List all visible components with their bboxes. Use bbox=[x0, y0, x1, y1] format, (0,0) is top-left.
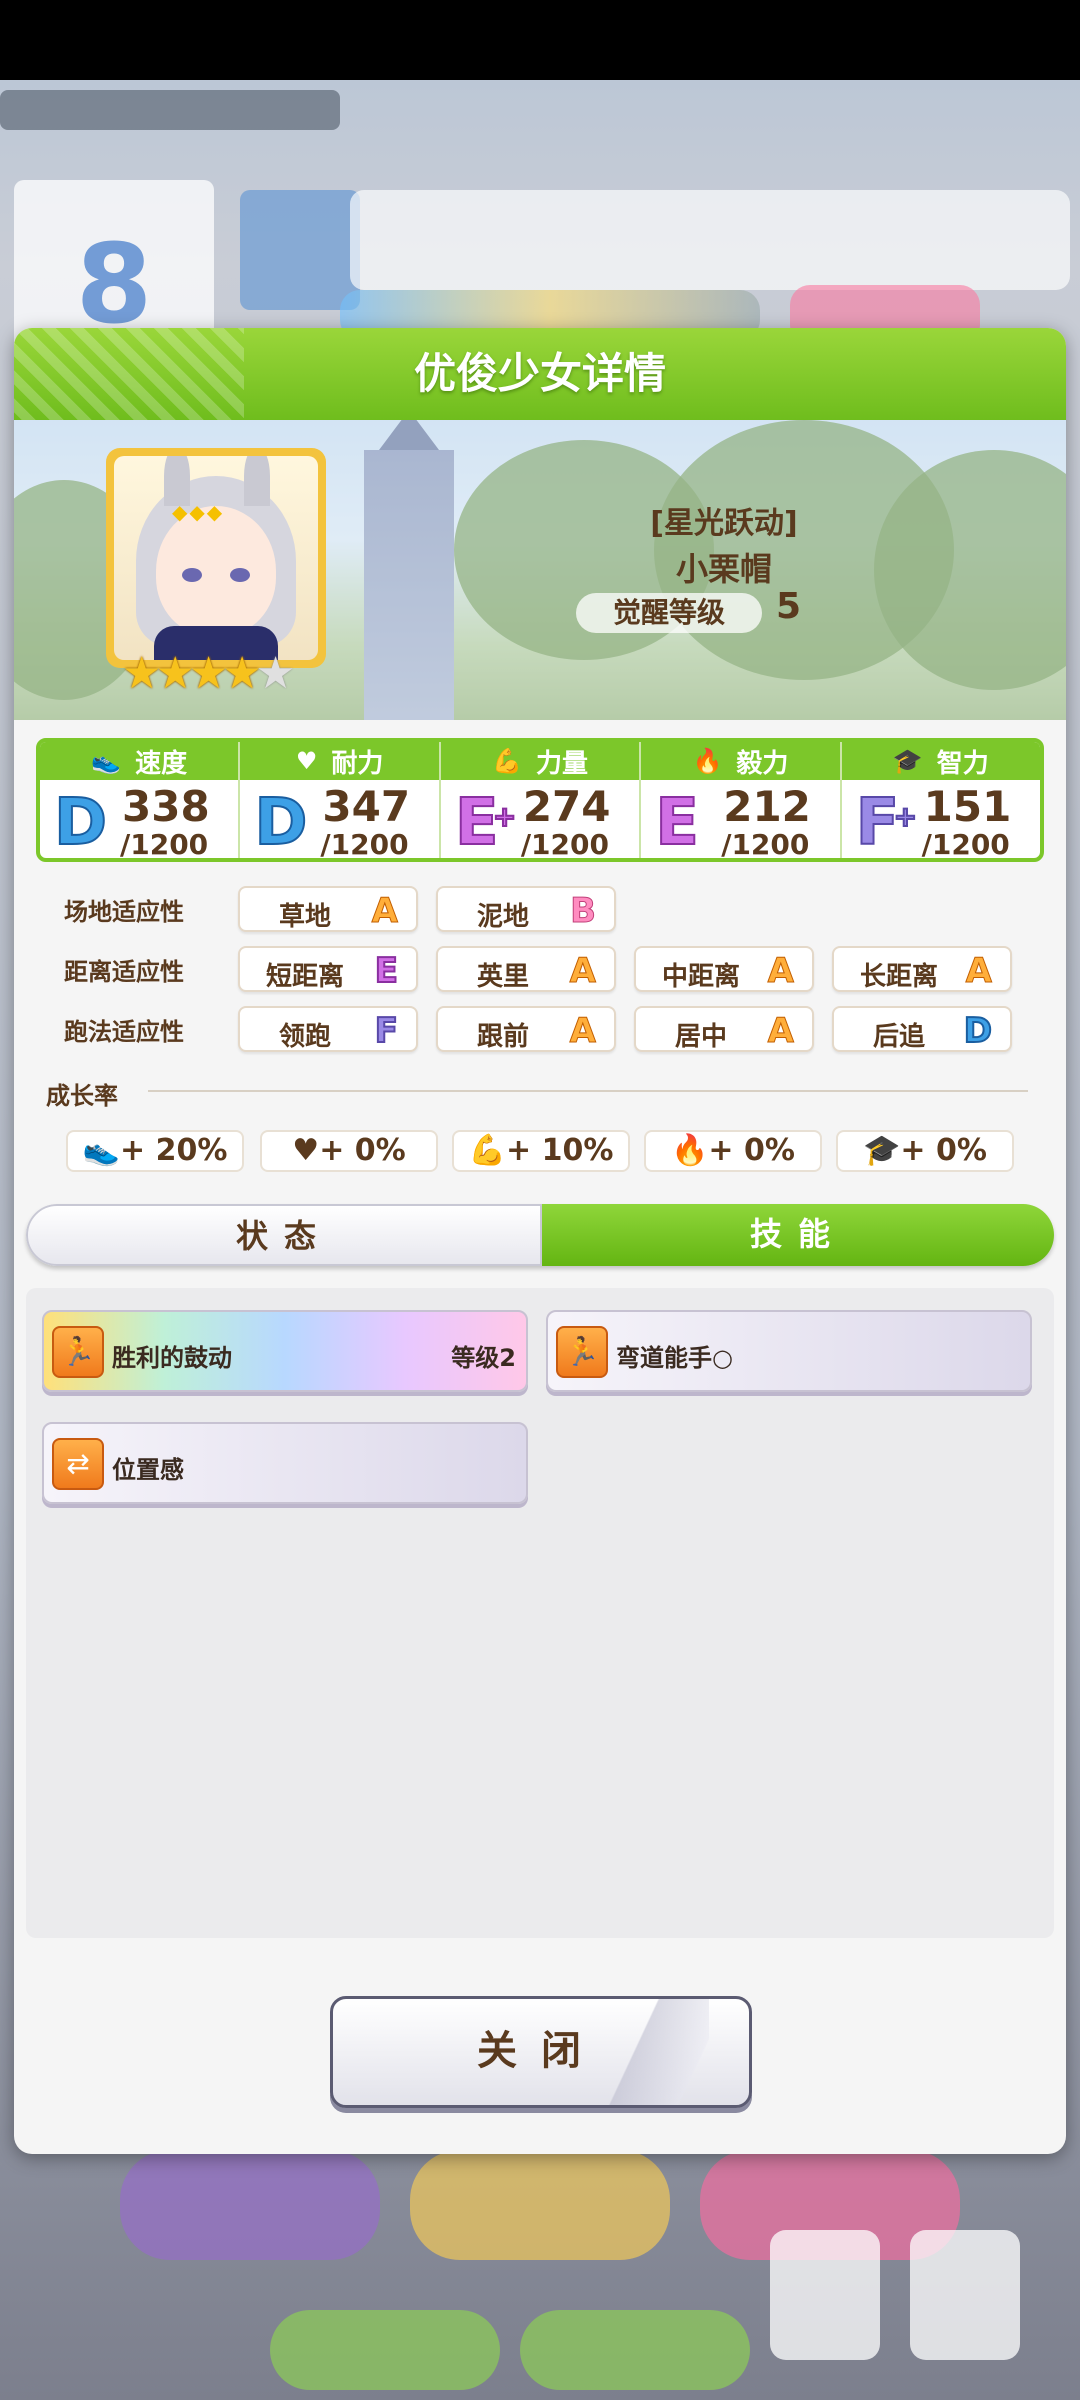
stat-value: 347 bbox=[322, 782, 411, 831]
stat-speed: 👟 速度 D 338 /1200 bbox=[40, 742, 241, 861]
stat-max: /1200 bbox=[721, 828, 810, 861]
character-banner: ◆◆◆ ★ ★ ★ ★ ★ [星光跃动] 小栗帽 觉醒等级 5 bbox=[14, 420, 1066, 720]
aptitude-chip: 短距离 E bbox=[238, 946, 418, 992]
graduation-cap-icon: 🎓 bbox=[892, 747, 923, 775]
skill-name: 弯道能手○ bbox=[616, 1344, 733, 1372]
dialog-title: 优俊少女详情 bbox=[413, 349, 666, 398]
aptitude-chip: 中距离 A bbox=[634, 946, 814, 992]
stat-max: /1200 bbox=[520, 828, 609, 861]
stat-grade: F + bbox=[855, 786, 918, 860]
stat-max: /1200 bbox=[320, 828, 409, 861]
awaken-level-value: 5 bbox=[776, 586, 802, 627]
aptitude-label: 场地适应性 bbox=[64, 898, 184, 926]
aptitude-distance-row: 距离适应性 短距离 E 英里 A 中距离 A 长距离 A bbox=[14, 946, 1014, 992]
heart-icon: ♥ bbox=[295, 747, 318, 775]
rarity-stars: ★ ★ ★ ★ ★ bbox=[122, 652, 295, 696]
stat-label: 耐力 bbox=[331, 748, 384, 779]
character-name: 小栗帽 bbox=[675, 550, 772, 588]
close-button-label: 关闭 bbox=[477, 2028, 605, 2074]
character-portrait[interactable]: ◆◆◆ bbox=[106, 448, 326, 668]
stat-label: 智力 bbox=[936, 748, 989, 779]
aptitude-label: 距离适应性 bbox=[64, 958, 184, 986]
growth-speed: 👟+ 20% bbox=[66, 1130, 244, 1172]
skill-level: 等级2 bbox=[451, 1344, 516, 1372]
stat-grade: D bbox=[53, 786, 108, 860]
tiara-icon: ◆◆◆ bbox=[172, 500, 225, 524]
aptitude-track-row: 场地适应性 草地 A 泥地 B bbox=[14, 886, 1014, 932]
stats-panel: 👟 速度 D 338 /1200 ♥ 耐力 D 347 /1200 💪 力量 E + 2… bbox=[36, 738, 1044, 862]
running-figure-icon: 🏃 bbox=[556, 1326, 608, 1378]
aptitude-chip: 泥地 B bbox=[436, 886, 616, 932]
shoe-icon: 👟 bbox=[82, 1133, 120, 1168]
aptitude-style-row: 跑法适应性 领跑 F 跟前 A 居中 A 后追 D bbox=[14, 1006, 1014, 1052]
status-bar bbox=[0, 0, 1080, 80]
aptitude-chip: 后追 D bbox=[832, 1006, 1012, 1052]
flame-icon: 🔥 bbox=[671, 1133, 709, 1168]
stat-value: 338 bbox=[122, 782, 210, 831]
character-title: [星光跃动] bbox=[650, 506, 798, 541]
stat-label: 速度 bbox=[135, 748, 188, 779]
aptitude-chip: 跟前 A bbox=[436, 1006, 616, 1052]
star-empty-icon: ★ bbox=[255, 648, 296, 699]
tab-skills[interactable]: 技能 bbox=[542, 1204, 1054, 1266]
growth-guts: 🔥+ 0% bbox=[644, 1130, 822, 1172]
stat-max: /1200 bbox=[921, 828, 1010, 861]
stat-power: 💪 力量 E + 274 /1200 bbox=[440, 742, 642, 861]
muscle-icon: 💪 bbox=[468, 1133, 506, 1168]
stat-value: 151 bbox=[923, 782, 1012, 831]
tab-status[interactable]: 状态 bbox=[26, 1204, 542, 1266]
aptitude-label: 跑法适应性 bbox=[64, 1018, 184, 1046]
divider bbox=[148, 1090, 1028, 1092]
position-arrows-icon: ⇄ bbox=[52, 1438, 104, 1490]
awaken-level-label: 觉醒等级 bbox=[576, 593, 762, 633]
stat-grade: E bbox=[654, 786, 700, 860]
growth-stamina: ♥+ 0% bbox=[260, 1130, 438, 1172]
character-detail-dialog: 优俊少女详情 ◆◆◆ ★ ★ ★ ★ ★ [星光跃动] 小栗帽 觉醒等级 5 👟… bbox=[14, 328, 1066, 2154]
dialog-header: 优俊少女详情 bbox=[14, 328, 1066, 420]
stat-grade: D bbox=[253, 786, 308, 860]
graduation-cap-icon: 🎓 bbox=[863, 1133, 901, 1168]
growth-wisdom: 🎓+ 0% bbox=[836, 1130, 1014, 1172]
skill-item[interactable]: 🏃 胜利的鼓动 等级2 bbox=[42, 1310, 528, 1392]
flame-icon: 🔥 bbox=[692, 747, 723, 775]
growth-rate-label: 成长率 bbox=[46, 1082, 118, 1110]
skill-item[interactable]: ⇄ 位置感 bbox=[42, 1422, 528, 1504]
muscle-icon: 💪 bbox=[492, 747, 522, 775]
stat-grade: E + bbox=[454, 786, 517, 860]
stat-guts: 🔥 毅力 E 212 /1200 bbox=[641, 742, 842, 861]
aptitude-chip: 英里 A bbox=[436, 946, 616, 992]
heart-icon: ♥ bbox=[292, 1133, 320, 1168]
stat-stamina: ♥ 耐力 D 347 /1200 bbox=[240, 742, 441, 861]
skill-name: 胜利的鼓动 bbox=[112, 1344, 232, 1372]
skills-panel: 🏃 胜利的鼓动 等级2 🏃 弯道能手○ ⇄ 位置感 bbox=[26, 1288, 1054, 1938]
stat-wisdom: 🎓 智力 F + 151 /1200 bbox=[841, 742, 1040, 861]
stat-label: 力量 bbox=[535, 748, 588, 779]
detail-tabs: 状态 技能 bbox=[26, 1204, 1054, 1266]
aptitude-chip: 领跑 F bbox=[238, 1006, 418, 1052]
stat-value: 212 bbox=[723, 782, 811, 831]
stat-max: /1200 bbox=[120, 828, 209, 861]
running-figure-icon: 🏃 bbox=[52, 1326, 104, 1378]
stat-label: 毅力 bbox=[736, 748, 789, 779]
growth-power: 💪+ 10% bbox=[452, 1130, 630, 1172]
skill-name: 位置感 bbox=[112, 1456, 184, 1484]
close-button[interactable]: 关闭 bbox=[330, 1996, 752, 2108]
skill-item[interactable]: 🏃 弯道能手○ bbox=[546, 1310, 1032, 1392]
aptitude-chip: 长距离 A bbox=[832, 946, 1012, 992]
shoe-icon: 👟 bbox=[91, 747, 122, 775]
aptitude-chip: 居中 A bbox=[634, 1006, 814, 1052]
aptitude-chip: 草地 A bbox=[238, 886, 418, 932]
stat-value: 274 bbox=[522, 782, 611, 831]
